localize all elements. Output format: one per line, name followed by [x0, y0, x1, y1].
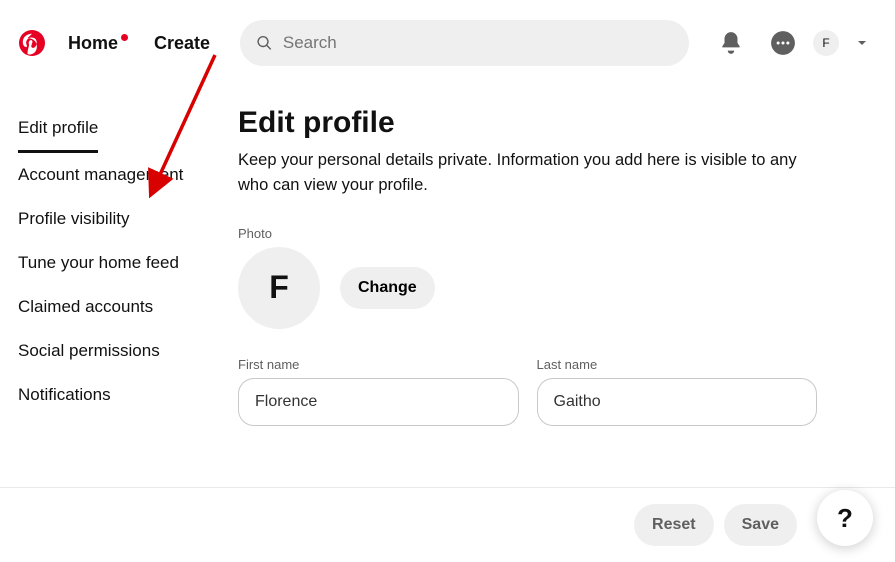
- last-name-group: Last name: [537, 357, 818, 426]
- first-name-group: First name: [238, 357, 519, 426]
- footer-bar: Reset Save: [0, 487, 895, 562]
- sidebar-item-profile-visibility[interactable]: Profile visibility: [18, 197, 129, 241]
- save-button[interactable]: Save: [724, 504, 797, 546]
- header-avatar[interactable]: F: [813, 30, 839, 56]
- photo-row: F Change: [238, 247, 817, 329]
- sidebar-item-account-management[interactable]: Account management: [18, 153, 183, 197]
- sidebar-item-notifications[interactable]: Notifications: [18, 373, 111, 417]
- account-menu-button[interactable]: [847, 21, 877, 65]
- last-name-label: Last name: [537, 357, 818, 372]
- search-input[interactable]: [283, 33, 673, 53]
- profile-avatar-letter: F: [269, 269, 289, 306]
- nav-home-label: Home: [68, 33, 118, 53]
- nav-create-label: Create: [154, 33, 210, 53]
- sidebar-item-tune-home-feed[interactable]: Tune your home feed: [18, 241, 179, 285]
- page-subtitle: Keep your personal details private. Info…: [238, 148, 817, 198]
- sidebar-item-social-permissions[interactable]: Social permissions: [18, 329, 160, 373]
- content-area: Edit profile Account management Profile …: [0, 66, 895, 426]
- name-row: First name Last name: [238, 357, 817, 426]
- last-name-input[interactable]: [537, 378, 818, 426]
- notifications-button[interactable]: [709, 21, 753, 65]
- help-button[interactable]: ?: [817, 490, 873, 546]
- change-photo-button[interactable]: Change: [340, 267, 435, 309]
- search-bar[interactable]: [240, 20, 689, 66]
- nav-home[interactable]: Home: [54, 25, 132, 62]
- main-panel: Edit profile Keep your personal details …: [238, 106, 877, 426]
- settings-sidebar: Edit profile Account management Profile …: [18, 106, 218, 426]
- pinterest-icon: [19, 30, 45, 56]
- notification-dot-icon: [121, 34, 128, 41]
- nav-create[interactable]: Create: [140, 25, 224, 62]
- header-avatar-letter: F: [822, 36, 829, 50]
- bell-icon: [718, 30, 744, 56]
- sidebar-item-claimed-accounts[interactable]: Claimed accounts: [18, 285, 153, 329]
- page-title: Edit profile: [238, 106, 817, 140]
- messages-button[interactable]: [761, 21, 805, 65]
- first-name-label: First name: [238, 357, 519, 372]
- first-name-input[interactable]: [238, 378, 519, 426]
- header-bar: Home Create F: [0, 0, 895, 66]
- chevron-down-icon: [854, 35, 870, 51]
- reset-button[interactable]: Reset: [634, 504, 714, 546]
- search-icon: [256, 34, 273, 52]
- help-icon: ?: [837, 503, 853, 534]
- pinterest-logo[interactable]: [18, 29, 46, 57]
- chat-icon: [770, 30, 796, 56]
- photo-label: Photo: [238, 226, 817, 241]
- sidebar-item-edit-profile[interactable]: Edit profile: [18, 106, 98, 153]
- profile-avatar: F: [238, 247, 320, 329]
